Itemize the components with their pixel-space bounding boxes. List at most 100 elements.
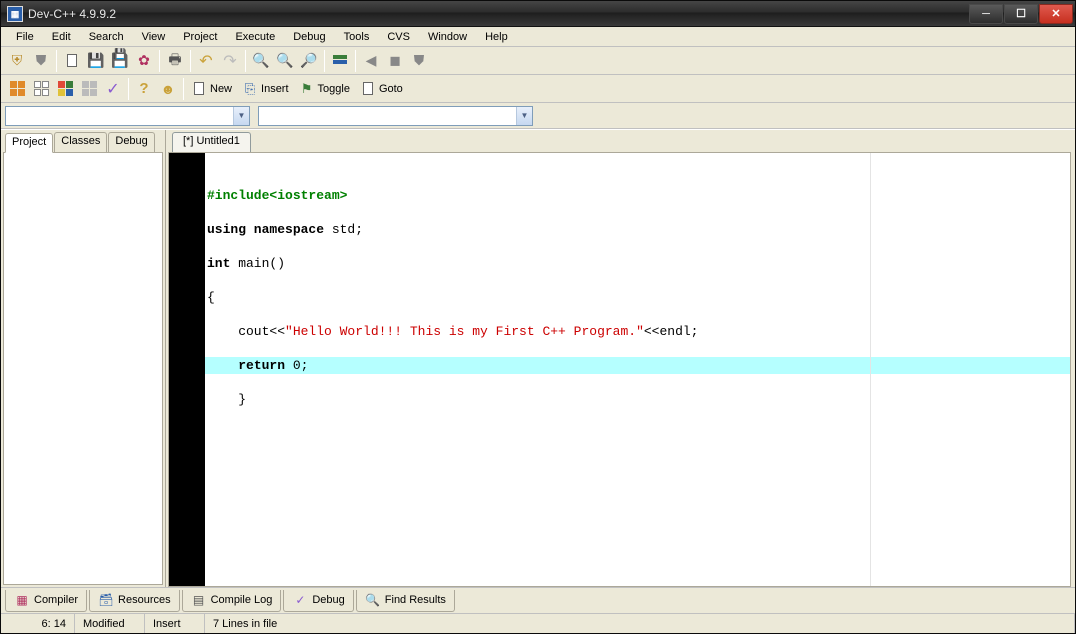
insert-icon: ⎘ [242, 81, 258, 97]
toolbar-main: ⛨ ⛊ 💾 💾💾 ✿ 🖶 ↶ ↷ 🔍 🔍 🔎 ◀ ◼ ⛊ [1, 47, 1075, 75]
tab-resources-label: Resources [118, 594, 171, 606]
help-icon[interactable]: ? [133, 78, 155, 100]
close-button[interactable]: ✕ [1039, 4, 1073, 24]
menu-cvs[interactable]: CVS [378, 29, 419, 45]
grid-gray-icon[interactable] [78, 78, 100, 100]
editor-gutter [169, 153, 205, 586]
run-icon[interactable]: ◀ [360, 50, 382, 72]
tab-compile-log-label: Compile Log [211, 594, 273, 606]
toggle-icon: ⚑ [299, 81, 315, 97]
window-buttons: ─ ☐ ✕ [968, 4, 1073, 24]
rebuild-icon[interactable]: ⛊ [408, 50, 430, 72]
separator-icon [128, 78, 129, 100]
left-panel: Project Classes Debug [1, 130, 166, 587]
content-area: Project Classes Debug [*] Untitled1 #inc… [1, 129, 1075, 587]
chevron-down-icon: ▼ [233, 107, 249, 125]
about-icon[interactable]: ☻ [157, 78, 179, 100]
tab-output-debug[interactable]: ✓ Debug [283, 590, 353, 612]
compile-log-icon: ▤ [191, 592, 207, 608]
class-combo[interactable]: ▼ [5, 106, 250, 126]
new-button[interactable]: New [188, 78, 237, 100]
menu-help[interactable]: Help [476, 29, 517, 45]
save-icon[interactable]: 💾 [85, 50, 107, 72]
tab-compile-log[interactable]: ▤ Compile Log [182, 590, 282, 612]
tab-output-debug-label: Debug [312, 594, 344, 606]
toggle-button[interactable]: ⚑Toggle [296, 78, 355, 100]
project-tree[interactable] [3, 152, 163, 585]
tab-project[interactable]: Project [5, 133, 53, 153]
new-file-icon [191, 81, 207, 97]
output-tabs: ▦Compiler 🗃 Resources ▤ Compile Log ✓ Debug… [1, 587, 1075, 613]
print-margin [870, 153, 871, 586]
document-tab[interactable]: [*] Untitled1 [172, 132, 251, 152]
combo-row: ▼ ▼ [1, 103, 1075, 129]
separator-icon [183, 78, 184, 100]
code-editor[interactable]: #include<iostream> using namespace std; … [205, 153, 1070, 586]
member-combo[interactable]: ▼ [258, 106, 533, 126]
tab-compiler-label: Compiler [34, 594, 78, 606]
goto-icon [360, 81, 376, 97]
find-replace-icon[interactable]: 🔍 [274, 50, 296, 72]
minimize-button[interactable]: ─ [969, 4, 1003, 24]
goto-button[interactable]: Goto [357, 78, 408, 100]
new-label: New [210, 83, 232, 95]
print-icon[interactable]: 🖶 [164, 50, 186, 72]
toggle-label: Toggle [318, 83, 350, 95]
toolbar-secondary: ✓ ? ☻ New ⎘Insert ⚑Toggle Goto [1, 75, 1075, 103]
resources-icon: 🗃 [98, 592, 114, 608]
grid-multi-icon[interactable] [54, 78, 76, 100]
save-all-icon[interactable]: 💾💾 [109, 50, 131, 72]
status-position: 6: 14 [1, 614, 75, 633]
maximize-button[interactable]: ☐ [1004, 4, 1038, 24]
side-tabs: Project Classes Debug [1, 130, 165, 152]
separator-icon [159, 50, 160, 72]
menu-debug[interactable]: Debug [284, 29, 334, 45]
redo-icon[interactable]: ↷ [219, 50, 241, 72]
editor-area: [*] Untitled1 #include<iostream> using n… [166, 130, 1075, 587]
menu-search[interactable]: Search [80, 29, 133, 45]
menu-window[interactable]: Window [419, 29, 476, 45]
menu-view[interactable]: View [133, 29, 175, 45]
separator-icon [355, 50, 356, 72]
separator-icon [190, 50, 191, 72]
check-icon[interactable]: ✓ [102, 78, 124, 100]
menu-edit[interactable]: Edit [43, 29, 80, 45]
tab-resources[interactable]: 🗃 Resources [89, 590, 180, 612]
app-icon: ▦ [7, 6, 23, 22]
compile-run-icon[interactable]: ◼ [384, 50, 406, 72]
find-next-icon[interactable]: 🔎 [298, 50, 320, 72]
menu-tools[interactable]: Tools [335, 29, 379, 45]
debug-check-icon: ✓ [292, 592, 308, 608]
menubar: File Edit Search View Project Execute De… [1, 27, 1075, 47]
menu-file[interactable]: File [7, 29, 43, 45]
insert-button[interactable]: ⎘Insert [239, 78, 294, 100]
status-modified: Modified [75, 614, 145, 633]
settings-icon[interactable]: ✿ [133, 50, 155, 72]
separator-icon [324, 50, 325, 72]
current-line: return 0; [205, 357, 1070, 374]
grid-white-icon[interactable] [30, 78, 52, 100]
goto-label: Goto [379, 83, 403, 95]
status-insert-mode: Insert [145, 614, 205, 633]
menu-execute[interactable]: Execute [226, 29, 284, 45]
compile-icon[interactable] [329, 50, 351, 72]
undo-icon[interactable]: ↶ [195, 50, 217, 72]
shield2-icon[interactable]: ⛊ [30, 50, 52, 72]
tab-compiler[interactable]: ▦Compiler [5, 590, 87, 612]
find-results-icon: 🔍 [365, 592, 381, 608]
tab-find-results-label: Find Results [385, 594, 446, 606]
menu-project[interactable]: Project [174, 29, 226, 45]
titlebar: ▦ Dev-C++ 4.9.9.2 ─ ☐ ✕ [1, 1, 1075, 27]
new-file-icon[interactable] [61, 50, 83, 72]
shield-icon[interactable]: ⛨ [6, 50, 28, 72]
separator-icon [56, 50, 57, 72]
statusbar: 6: 14 Modified Insert 7 Lines in file [1, 613, 1075, 633]
find-icon[interactable]: 🔍 [250, 50, 272, 72]
separator-icon [245, 50, 246, 72]
tab-debug[interactable]: Debug [108, 132, 154, 152]
chevron-down-icon: ▼ [516, 107, 532, 125]
tab-find-results[interactable]: 🔍 Find Results [356, 590, 455, 612]
window-title: Dev-C++ 4.9.9.2 [28, 7, 968, 21]
grid-orange-icon[interactable] [6, 78, 28, 100]
tab-classes[interactable]: Classes [54, 132, 107, 152]
